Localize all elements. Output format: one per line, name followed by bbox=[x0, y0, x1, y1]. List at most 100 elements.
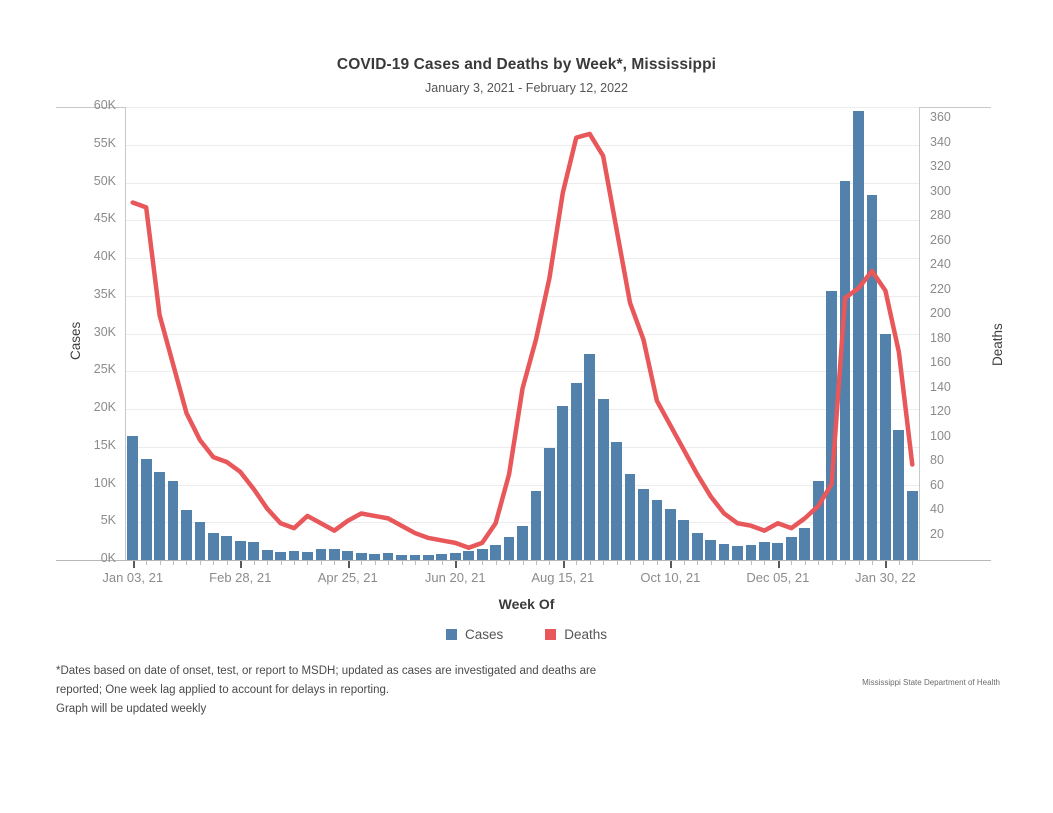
x-tick-major bbox=[562, 561, 565, 568]
x-tick-minor bbox=[656, 561, 658, 565]
x-tick-minor bbox=[576, 561, 578, 565]
x-tick-label: Dec 05, 21 bbox=[746, 570, 810, 585]
deaths-line-svg bbox=[130, 131, 915, 551]
x-tick-minor bbox=[791, 561, 793, 565]
y-tick-right: 240 bbox=[930, 257, 951, 272]
y-tick-left: 60K bbox=[93, 98, 116, 112]
y-tick-right: 20 bbox=[930, 526, 944, 541]
x-tick-minor bbox=[374, 561, 376, 565]
y-tick-right: 300 bbox=[930, 183, 951, 198]
y-tick-right: 220 bbox=[930, 281, 951, 296]
x-tick-minor bbox=[186, 561, 188, 565]
page-subtitle: January 3, 2021 - February 12, 2022 bbox=[425, 81, 628, 95]
y-tick-left: 45K bbox=[93, 211, 116, 226]
x-tick-minor bbox=[912, 561, 914, 565]
x-tick-minor bbox=[831, 561, 833, 565]
x-tick-minor bbox=[226, 561, 228, 565]
x-tick-minor bbox=[845, 561, 847, 565]
x-tick-minor bbox=[804, 561, 806, 565]
y-tick-right: 120 bbox=[930, 404, 951, 419]
y-tick-left: 5K bbox=[100, 513, 116, 528]
legend-deaths[interactable]: Deaths bbox=[545, 627, 607, 642]
x-tick-minor bbox=[414, 561, 416, 565]
x-tick-minor bbox=[898, 561, 900, 565]
x-tick-minor bbox=[509, 561, 511, 565]
x-tick-minor bbox=[334, 561, 336, 565]
x-tick-minor bbox=[146, 561, 148, 565]
y-tick-right: 140 bbox=[930, 379, 951, 394]
y-tick-right: 200 bbox=[930, 306, 951, 321]
x-tick-minor bbox=[630, 561, 632, 565]
x-tick-minor bbox=[294, 561, 295, 565]
x-tick-minor bbox=[858, 561, 860, 565]
x-tick-major bbox=[347, 561, 350, 568]
x-tick-minor bbox=[428, 561, 430, 565]
y-tick-right: 280 bbox=[930, 208, 951, 223]
y-tick-left: 15K bbox=[93, 437, 116, 452]
x-tick-label: Oct 10, 21 bbox=[640, 570, 701, 585]
x-tick-minor bbox=[401, 561, 403, 565]
x-tick-minor bbox=[643, 561, 645, 565]
x-tick-minor bbox=[535, 561, 537, 565]
title-block: COVID-19 Cases and Deaths by Week*, Miss… bbox=[0, 56, 1053, 95]
y-tick-right: 40 bbox=[930, 502, 944, 517]
legend-swatch-icon bbox=[545, 629, 557, 640]
legend-cases[interactable]: Cases bbox=[445, 627, 504, 642]
y-tick-right: 100 bbox=[930, 428, 951, 443]
x-tick-minor bbox=[495, 561, 497, 565]
x-tick-minor bbox=[603, 561, 605, 565]
x-tick-minor bbox=[683, 561, 685, 565]
x-tick-label: Jan 30, 22 bbox=[855, 570, 916, 585]
x-tick-major bbox=[670, 561, 673, 568]
x-tick-minor bbox=[589, 561, 591, 565]
chart-page: COVID-19 Cases and Deaths by Week*, Miss… bbox=[0, 0, 1053, 813]
x-tick-minor bbox=[482, 561, 484, 565]
footnote-line-3: Graph will be updated weekly bbox=[56, 702, 207, 715]
y-tick-right: 360 bbox=[930, 110, 951, 125]
x-tick-minor bbox=[280, 561, 282, 565]
y-axis-left-title: Cases bbox=[68, 321, 83, 360]
x-tick-major bbox=[240, 561, 243, 568]
x-tick-minor bbox=[468, 561, 470, 565]
legend-label: Deaths bbox=[564, 627, 608, 642]
footnote-line-1: *Dates based on date of onset, test, or … bbox=[56, 665, 597, 677]
x-tick-major bbox=[132, 561, 135, 568]
y-tick-left: 25K bbox=[93, 362, 116, 377]
x-tick-major bbox=[777, 561, 780, 568]
x-tick-minor bbox=[159, 561, 161, 565]
x-tick-minor bbox=[549, 561, 551, 565]
x-tick-minor bbox=[253, 561, 255, 565]
deaths-polyline bbox=[130, 131, 915, 551]
x-tick-minor bbox=[320, 561, 322, 565]
x-tick-minor bbox=[307, 561, 309, 565]
x-tick-minor bbox=[871, 561, 873, 565]
x-tick-minor bbox=[710, 561, 712, 565]
x-tick-minor bbox=[213, 561, 215, 565]
x-tick-minor bbox=[697, 561, 699, 565]
x-tick-minor bbox=[267, 561, 269, 565]
y-tick-left: 35K bbox=[93, 286, 116, 301]
footnote-line-2: reported; One week lag applied to accoun… bbox=[56, 683, 390, 696]
x-tick-label: Aug 15, 21 bbox=[531, 570, 595, 585]
chart-legend: Cases Deaths bbox=[0, 627, 1053, 642]
x-tick-label: Jun 20, 21 bbox=[424, 570, 486, 585]
y-tick-right: 320 bbox=[930, 159, 951, 174]
y-tick-right: 60 bbox=[930, 477, 944, 492]
x-tick-label: Feb 28, 21 bbox=[209, 570, 272, 585]
x-tick-minor bbox=[764, 561, 766, 565]
y-tick-right: 340 bbox=[930, 134, 951, 149]
y-tick-right: 80 bbox=[930, 453, 944, 468]
deaths-line bbox=[126, 107, 919, 560]
legend-label: Cases bbox=[464, 627, 504, 642]
y-tick-right: 260 bbox=[930, 232, 951, 247]
x-tick-minor bbox=[724, 561, 726, 565]
x-tick-minor bbox=[388, 561, 390, 565]
x-tick-label: Jan 03, 21 bbox=[102, 570, 164, 585]
x-tick-minor bbox=[616, 561, 618, 565]
x-tick-label: Apr 25, 21 bbox=[317, 570, 378, 585]
x-tick-minor bbox=[173, 561, 175, 565]
x-tick-minor bbox=[199, 561, 201, 565]
x-tick-major bbox=[455, 561, 458, 568]
footnote: *Dates based on date of onset, test, or … bbox=[56, 662, 676, 719]
y-tick-left: 10K bbox=[93, 475, 116, 490]
